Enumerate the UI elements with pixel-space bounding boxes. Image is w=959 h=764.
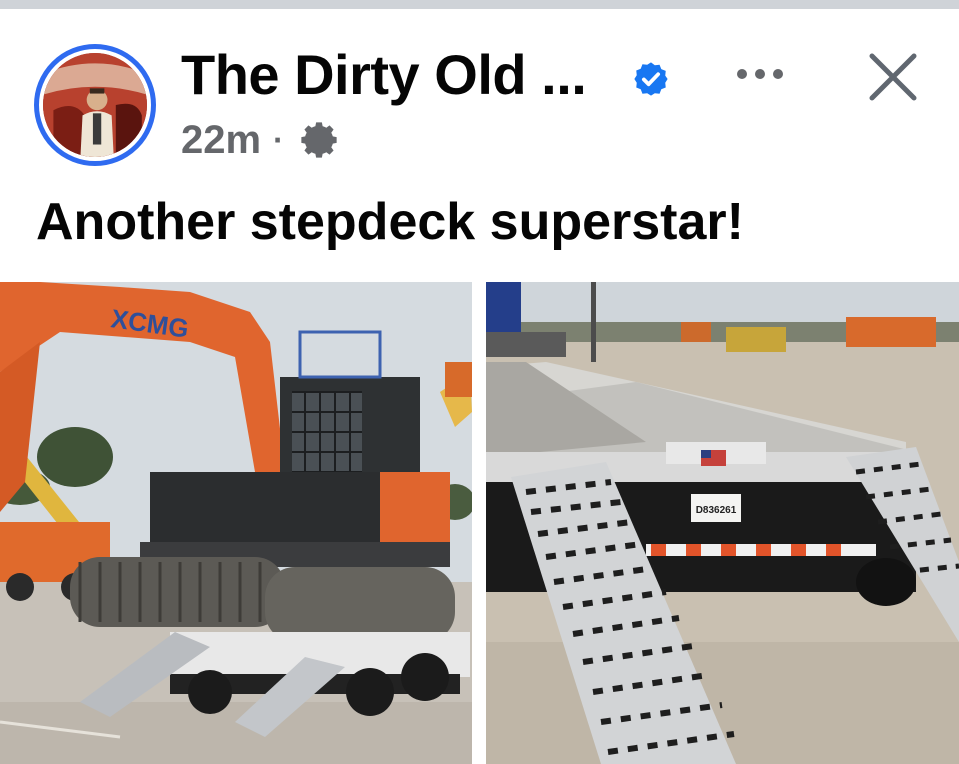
page-name[interactable]: The Dirty Old ... <box>181 42 587 107</box>
avatar-photo <box>43 53 147 157</box>
top-divider <box>0 0 959 9</box>
license-plate-text: D836261 <box>696 505 737 516</box>
verified-badge-icon <box>634 62 668 96</box>
meta-separator: · <box>273 121 284 158</box>
gear-icon[interactable] <box>296 117 342 163</box>
post-meta: 22m · <box>181 116 342 164</box>
close-icon[interactable] <box>866 50 920 104</box>
post-text: Another stepdeck superstar! <box>36 193 744 251</box>
trailer-ramps-photo[interactable]: D836261 <box>486 282 959 764</box>
avatar[interactable] <box>34 44 156 166</box>
excavator-on-stepdeck-photo[interactable]: XCMG <box>0 282 472 764</box>
avatar-image <box>43 53 147 157</box>
post-timestamp[interactable]: 22m <box>181 118 261 163</box>
more-options-icon[interactable] <box>730 52 790 96</box>
